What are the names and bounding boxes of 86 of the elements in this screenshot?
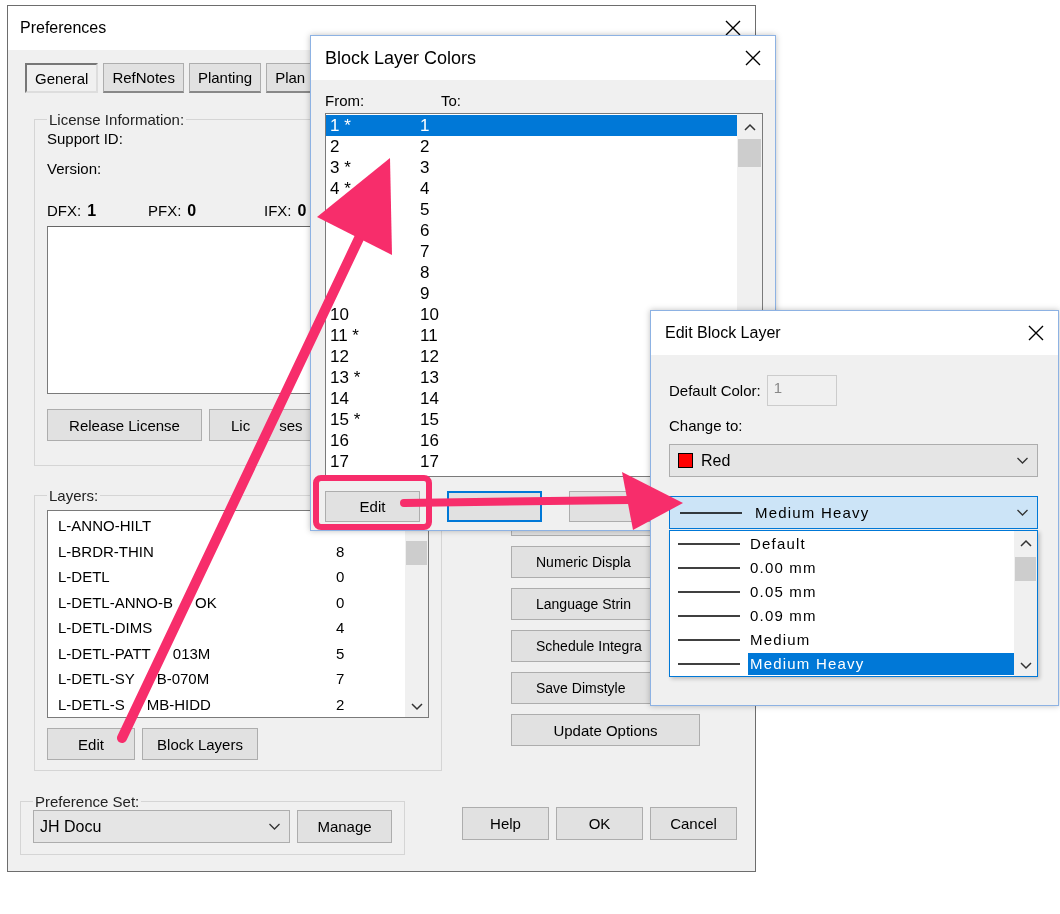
close-icon[interactable]	[1028, 325, 1044, 341]
list-row[interactable]: 8	[326, 262, 737, 283]
field-label: Change to:	[669, 417, 743, 434]
line-sample-icon	[678, 614, 740, 618]
tab[interactable]: General	[25, 63, 99, 93]
window-title: Preferences	[20, 19, 107, 37]
list-cell: 2	[336, 695, 345, 713]
dialog-button[interactable]: Update Options	[511, 714, 700, 746]
scrollbar-thumb[interactable]	[738, 139, 761, 167]
list-cell: 5	[336, 644, 345, 662]
field-label: DFX:	[47, 202, 82, 221]
chevron-up-icon[interactable]	[743, 123, 756, 131]
chevron-down-icon[interactable]	[1016, 456, 1029, 465]
scrollbar-thumb[interactable]	[1015, 557, 1036, 581]
chevron-down-icon[interactable]	[410, 703, 423, 711]
field-label: Version:	[47, 160, 102, 179]
field-label: Support ID:	[47, 130, 123, 149]
column-header: From:	[325, 92, 366, 110]
group-label: License Information:	[48, 111, 186, 128]
scrollbar-thumb[interactable]	[406, 541, 427, 565]
dropdown-option[interactable]: Default	[748, 533, 1014, 555]
dropdown-option[interactable]: Medium Heavy	[748, 653, 1014, 675]
tab[interactable]: Planting	[188, 63, 262, 93]
list-cell: 4	[336, 619, 345, 637]
layer-name[interactable]: MB-HIDD	[146, 695, 211, 713]
color-dropdown[interactable]: Red	[669, 444, 1038, 477]
dropdown-option[interactable]: Medium	[748, 629, 1014, 651]
count-value: 0	[187, 202, 197, 221]
layer-name[interactable]: B-070M	[156, 670, 210, 688]
dropdown-option[interactable]: 0.09 mm	[748, 605, 1014, 627]
list-cell: 7	[336, 670, 345, 688]
field-label: Default Color:	[669, 382, 761, 399]
count-value: 1	[87, 202, 97, 221]
list-row[interactable]: 3 * 3	[326, 157, 737, 178]
window-title: Edit Block Layer	[665, 324, 781, 342]
list-row[interactable]: 2 2	[326, 136, 737, 157]
chevron-down-icon[interactable]	[268, 822, 281, 831]
window-title: Block Layer Colors	[325, 47, 477, 69]
line-sample-icon	[680, 510, 742, 515]
dialog-button[interactable]: Block Layers	[142, 728, 258, 760]
dialog-button[interactable]: Help	[462, 807, 549, 840]
layer-name[interactable]: L-ANNO-HILT	[58, 517, 152, 535]
list-row[interactable]: 4 * 4	[326, 178, 737, 199]
layer-name[interactable]: OK	[195, 593, 217, 611]
layer-name[interactable]: L-DETL-SY	[58, 670, 135, 688]
layer-name[interactable]: 013M	[172, 644, 211, 662]
line-sample-icon	[678, 638, 740, 642]
dropdown-option[interactable]: 0.05 mm	[748, 581, 1014, 603]
field-label: PFX:	[148, 202, 182, 221]
line-sample-icon	[678, 542, 740, 546]
group-label: Layers:	[48, 487, 100, 504]
dialog-button[interactable]: Edit	[47, 728, 135, 760]
lineweight-dropdown[interactable]: Medium Heavy	[669, 496, 1038, 529]
layer-name[interactable]: L-DETL-DIMS	[58, 619, 153, 637]
dropdown-option[interactable]: 0.00 mm	[748, 557, 1014, 579]
line-sample-icon	[678, 566, 740, 570]
dialog-button[interactable]: Edit	[325, 491, 420, 522]
layer-name[interactable]: L-BRDR-THIN	[58, 542, 154, 560]
list-row[interactable]: 7	[326, 241, 737, 262]
close-icon[interactable]	[745, 50, 761, 66]
list-cell: 0	[336, 568, 345, 586]
layer-name[interactable]: L-DETL-PATT	[58, 644, 151, 662]
group-label: Preference Set:	[34, 793, 141, 810]
list-cell: 0	[336, 593, 345, 611]
dialog-button[interactable]: Manage	[297, 810, 392, 843]
layer-name[interactable]: L-DETL-S	[58, 695, 125, 713]
column-header: To:	[441, 92, 461, 110]
list-row[interactable]: 1 * 1	[326, 115, 737, 136]
field-label: IFX:	[264, 202, 292, 221]
close-icon[interactable]	[725, 20, 741, 36]
dialog-button[interactable]: Cancel	[650, 807, 737, 840]
list-row[interactable]: 6	[326, 220, 737, 241]
chevron-up-icon[interactable]	[1019, 539, 1032, 547]
chevron-down-icon[interactable]	[1019, 662, 1032, 670]
layer-name[interactable]: L-DETL-ANNO-B	[58, 593, 173, 611]
chevron-down-icon[interactable]	[1016, 508, 1029, 517]
list-cell: 8	[336, 542, 345, 560]
scrollbar[interactable]	[1014, 531, 1037, 676]
count-value: 0	[297, 202, 307, 221]
dialog-button[interactable]: OK	[556, 807, 643, 840]
line-sample-icon	[678, 590, 740, 594]
line-sample-icon	[678, 662, 740, 666]
layer-name[interactable]: L-DETL	[58, 568, 110, 586]
tab[interactable]: RefNotes	[103, 63, 184, 93]
preference-set-dropdown[interactable]: JH Docu	[33, 810, 290, 843]
dialog-button[interactable]: Release License	[47, 409, 202, 441]
